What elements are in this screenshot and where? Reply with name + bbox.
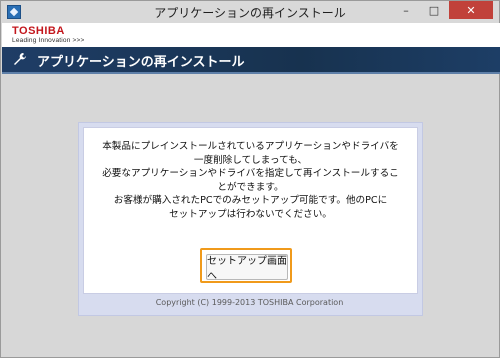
toshiba-logo: TOSHIBA: [12, 25, 65, 37]
maximize-button[interactable]: □: [421, 1, 447, 19]
application-window: アプリケーションの再インストール – □ ✕ TOSHIBA Leading I…: [0, 0, 500, 358]
reinstall-message: 本製品にプレインストールされているアプリケーションやドライバを 一度削除してしま…: [102, 141, 399, 220]
window-controls: – □ ✕: [393, 1, 493, 21]
close-button[interactable]: ✕: [449, 1, 493, 19]
setup-screen-button[interactable]: セットアップ画面へ: [206, 254, 288, 282]
brand-bar: TOSHIBA Leading Innovation >>>: [2, 23, 500, 48]
page-header: アプリケーションの再インストール: [2, 47, 500, 74]
brand-tagline: Leading Innovation >>>: [12, 37, 85, 44]
minimize-button[interactable]: –: [393, 1, 419, 19]
copyright-text: Copyright (C) 1999-2013 TOSHIBA Corporat…: [155, 298, 344, 307]
wrench-icon: [12, 51, 28, 67]
page-title: アプリケーションの再インストール: [37, 55, 245, 70]
content-panel: 本製品にプレインストールされているアプリケーションやドライバを 一度削除してしま…: [78, 122, 423, 316]
title-bar[interactable]: アプリケーションの再インストール – □ ✕: [1, 1, 499, 23]
